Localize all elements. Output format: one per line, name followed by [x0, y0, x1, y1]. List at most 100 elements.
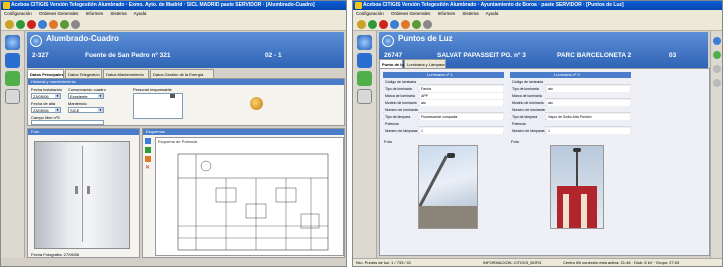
property-value[interactable]: ato [420, 100, 503, 106]
menu-ayuda[interactable]: Ayuda [134, 11, 147, 16]
property-row: Número de lámparas 1 [510, 128, 631, 134]
property-label: Código de luminaria [384, 79, 418, 85]
layers-icon[interactable] [713, 51, 721, 59]
globe-icon[interactable] [5, 35, 20, 50]
menu-informes[interactable]: Informes [86, 11, 104, 16]
refresh-icon[interactable] [390, 20, 399, 29]
menu-configuracion[interactable]: Configuración [4, 11, 32, 16]
property-row: Número de lámparas 1 [383, 128, 504, 134]
help-icon[interactable] [423, 20, 432, 29]
grid-icon[interactable] [170, 94, 175, 98]
window-stripe [581, 194, 587, 228]
tab-datos-telegestion[interactable]: Datos Telegestión [65, 69, 102, 78]
property-label: Modelo de luminaria [511, 100, 545, 106]
print-icon[interactable] [60, 20, 69, 29]
cabinet-door-line [82, 146, 83, 242]
property-label: Tipo de lámpara [511, 114, 545, 120]
scheme-panel: Esquemas ✕ Esquema de Potencia [142, 128, 345, 258]
map-icon[interactable] [357, 53, 372, 68]
photo-label: Foto [511, 139, 520, 144]
zoom-icon[interactable] [145, 147, 151, 153]
record-code: 02 - 1 [265, 52, 282, 59]
check-icon[interactable] [16, 20, 25, 29]
photo-panel-title: Foto [28, 129, 139, 135]
status-count: Nro. Puntos de luz: 1 / 733 / 01 [356, 260, 412, 265]
record-id: 26747 [384, 52, 403, 59]
menu-ordenes[interactable]: Ordenes Generales [391, 11, 430, 16]
property-value[interactable]: ato [547, 100, 630, 106]
dropdown-icon[interactable]: ▼ [55, 94, 60, 98]
search-icon[interactable] [5, 89, 20, 104]
property-value[interactable]: Vapor de Sodio Alta Presión [547, 114, 630, 120]
property-label: Marca de luminaria [384, 93, 418, 99]
luminaria-2-grid: Código de luminaria Tipo de luminaria ato M… [510, 79, 631, 139]
dropdown-icon[interactable]: ▼ [55, 108, 60, 112]
cancel-icon[interactable] [27, 20, 36, 29]
dropdown-icon[interactable]: ▼ [98, 94, 103, 98]
add-icon[interactable] [145, 138, 151, 144]
search-icon[interactable] [357, 89, 372, 104]
map-icon[interactable] [5, 53, 20, 68]
property-value[interactable]: Fluorescente compacta [420, 114, 503, 120]
key-icon[interactable] [357, 20, 366, 29]
right-tab-bar: Punto de luz Luminaria y Lámpara [379, 59, 579, 68]
fecha-alta-field[interactable]: 23/05/06 ▼ [31, 107, 61, 113]
print-icon[interactable] [412, 20, 421, 29]
menu-configuracion[interactable]: Configuración [356, 11, 384, 16]
app-icon [355, 2, 362, 9]
dropdown-icon[interactable]: ▼ [98, 108, 103, 112]
delete-icon[interactable]: ✕ [145, 165, 151, 171]
menu-ordenes[interactable]: Ordenes Generales [39, 11, 78, 16]
section-title: Historial y mantenimiento [28, 79, 344, 85]
property-label: Tipo de lámpara [384, 114, 418, 120]
property-value[interactable]: 1 [547, 128, 630, 134]
tab-datos-energia[interactable]: Datos Gestión de la Energía [150, 69, 214, 78]
fecha-alta-label: Fecha de alta [31, 101, 56, 106]
conservacion-value: Excelente [70, 94, 88, 99]
globe-icon[interactable] [357, 35, 372, 50]
layers-icon[interactable] [357, 71, 372, 86]
globe-icon[interactable] [713, 37, 721, 45]
right-window-title: Aceboa CITIGIS Versión Telegestión Alumb… [363, 2, 624, 8]
left-window: Aceboa CITIGIS Versión Telegestión Alumb… [0, 0, 347, 267]
tab-datos-principales[interactable]: Datos Principales [27, 69, 64, 78]
property-value[interactable]: Farola [420, 86, 503, 92]
menu-ayuda[interactable]: Ayuda [486, 11, 499, 16]
cancel-icon[interactable] [379, 20, 388, 29]
menu-sistema[interactable]: Sistema [110, 11, 126, 16]
mantenido-select[interactable]: SICE ▼ [68, 107, 104, 113]
help-icon[interactable] [71, 20, 80, 29]
menu-sistema[interactable]: Sistema [462, 11, 478, 16]
layers-icon[interactable] [5, 71, 20, 86]
fecha-instalacion-field[interactable]: 23/05/06 ▼ [31, 93, 61, 99]
key-icon[interactable] [5, 20, 14, 29]
tab-luminaria-lampara[interactable]: Luminaria y Lámpara [404, 59, 446, 68]
conservacion-label: Conservación cuadro [68, 87, 106, 92]
edit-icon[interactable] [49, 20, 58, 29]
check-icon[interactable] [368, 20, 377, 29]
record-zone: PARC BARCELONETA 2 [557, 52, 632, 59]
luminaria-2-photo [550, 145, 604, 229]
photo-label: Foto [384, 139, 393, 144]
property-label: Número de lámparas [511, 128, 545, 134]
fecha-instalacion-label: Fecha instalación [31, 87, 63, 92]
menu-informes[interactable]: Informes [438, 11, 456, 16]
settings-icon[interactable] [713, 65, 721, 73]
users-icon[interactable] [250, 97, 263, 110]
personal-list[interactable] [133, 93, 183, 119]
edit-icon[interactable] [145, 156, 151, 162]
tools-icon[interactable] [713, 79, 721, 87]
campo-libre-field[interactable] [31, 120, 104, 125]
property-value[interactable]: APP [420, 93, 503, 99]
status-connection: Centro IBI conexión esta activa: 21:46 ·… [563, 260, 680, 265]
property-value[interactable]: 1 [420, 128, 503, 134]
property-value[interactable]: ato [547, 86, 630, 92]
property-row: Modelo de luminaria ato [383, 100, 504, 106]
tab-punto-de-luz[interactable]: Punto de luz [379, 59, 406, 68]
edit-icon[interactable] [401, 20, 410, 29]
cabinet-handle [75, 186, 78, 194]
conservacion-select[interactable]: Excelente ▼ [68, 93, 104, 99]
tab-datos-mantenimiento[interactable]: Datos Mantenimiento [103, 69, 149, 78]
refresh-icon[interactable] [38, 20, 47, 29]
right-side-toolbar [353, 31, 377, 258]
